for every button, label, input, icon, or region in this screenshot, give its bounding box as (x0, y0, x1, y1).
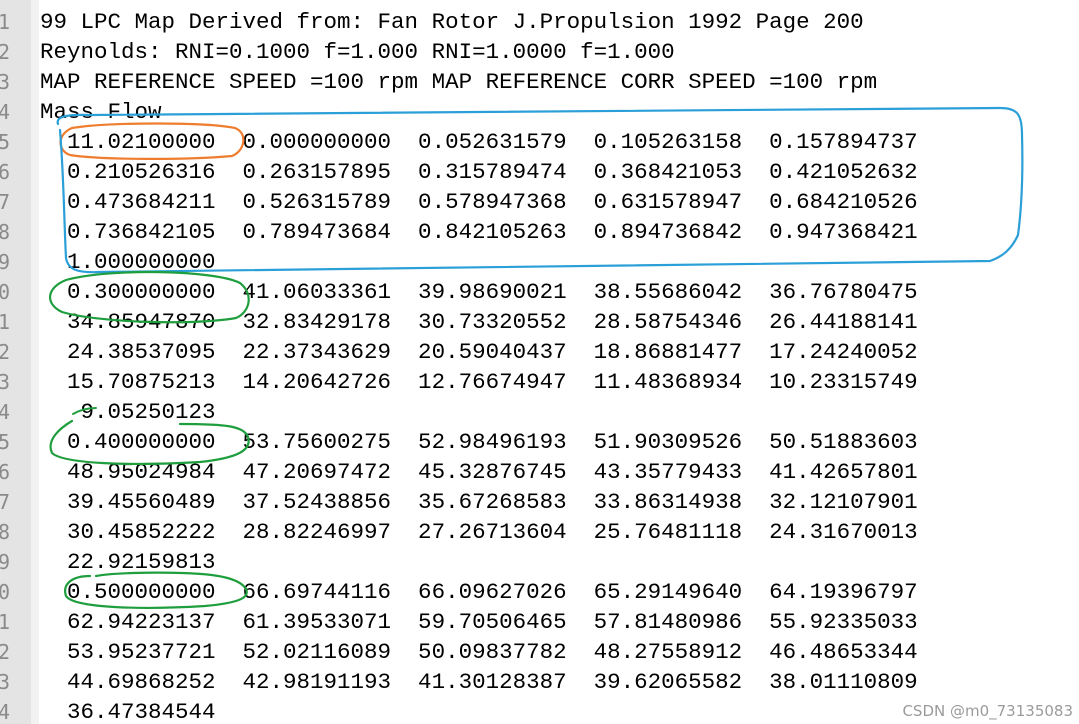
line-number: 1 (0, 610, 10, 634)
code-line[interactable]: 48.95024984 47.20697472 45.32876745 43.3… (40, 457, 918, 487)
line-number: 6 (0, 460, 10, 484)
line-number: 0 (0, 280, 10, 304)
code-line[interactable]: 0.400000000 53.75600275 52.98496193 51.9… (40, 427, 918, 457)
code-line[interactable]: MAP REFERENCE SPEED =100 rpm MAP REFEREN… (40, 67, 877, 97)
code-line[interactable]: 0.300000000 41.06033361 39.98690021 38.5… (40, 277, 918, 307)
code-line[interactable]: 9.05250123 (40, 397, 216, 427)
code-line[interactable]: 44.69868252 42.98191193 41.30128387 39.6… (40, 667, 918, 697)
code-line[interactable]: 24.38537095 22.37343629 20.59040437 18.8… (40, 337, 918, 367)
line-number: 3 (0, 70, 10, 94)
line-number: 8 (0, 520, 10, 544)
code-line[interactable]: 36.47384544 (40, 697, 216, 724)
line-number: 5 (0, 130, 10, 154)
line-number: 1 (0, 310, 10, 334)
code-line[interactable]: 53.95237721 52.02116089 50.09837782 48.2… (40, 637, 918, 667)
line-number: 9 (0, 550, 10, 574)
code-line[interactable]: 62.94223137 61.39533071 59.70506465 57.8… (40, 607, 918, 637)
code-line[interactable]: 11.02100000 0.000000000 0.052631579 0.10… (40, 127, 918, 157)
code-line[interactable]: 0.500000000 66.69744116 66.09627026 65.2… (40, 577, 918, 607)
code-line[interactable]: Mass Flow (40, 97, 162, 127)
line-number: 2 (0, 340, 10, 364)
code-line[interactable]: Reynolds: RNI=0.1000 f=1.000 RNI=1.0000 … (40, 37, 675, 67)
code-line[interactable]: 0.473684211 0.526315789 0.578947368 0.63… (40, 187, 918, 217)
line-number: 2 (0, 40, 10, 64)
code-line[interactable]: 15.70875213 14.20642726 12.76674947 11.4… (40, 367, 918, 397)
text-content[interactable]: 99 LPC Map Derived from: Fan Rotor J.Pro… (40, 0, 1079, 724)
line-number: 6 (0, 160, 10, 184)
line-number: 4 (0, 100, 10, 124)
line-number: 3 (0, 370, 10, 394)
line-number: 4 (0, 700, 10, 724)
code-line[interactable]: 30.45852222 28.82246997 27.26713604 25.7… (40, 517, 918, 547)
code-line[interactable]: 0.210526316 0.263157895 0.315789474 0.36… (40, 157, 918, 187)
line-number: 0 (0, 580, 10, 604)
fold-margin (31, 0, 39, 724)
code-line[interactable]: 22.92159813 (40, 547, 216, 577)
code-line[interactable]: 1.000000000 (40, 247, 216, 277)
watermark: CSDN @m0_73135083 (902, 702, 1073, 720)
line-number: 8 (0, 220, 10, 244)
line-number: 3 (0, 670, 10, 694)
line-number: 4 (0, 400, 10, 424)
line-number: 1 (0, 10, 10, 34)
line-number: 9 (0, 250, 10, 274)
code-line[interactable]: 39.45560489 37.52438856 35.67268583 33.8… (40, 487, 918, 517)
line-number: 7 (0, 190, 10, 214)
line-number: 5 (0, 430, 10, 454)
line-number: 7 (0, 490, 10, 514)
line-number-gutter: 1 2 3 4 5 6 7 8 9 0 1 2 3 4 5 6 7 8 9 0 1 2 3 4 (0, 0, 31, 724)
code-line[interactable]: 34.85947870 32.83429178 30.73320552 28.5… (40, 307, 918, 337)
code-line[interactable]: 0.736842105 0.789473684 0.842105263 0.89… (40, 217, 918, 247)
line-number: 2 (0, 640, 10, 664)
text-editor[interactable]: 1 2 3 4 5 6 7 8 9 0 1 2 3 4 5 6 7 8 9 0 1 2 3 4 99 LPC Map Deri… (0, 0, 1079, 724)
code-line[interactable]: 99 LPC Map Derived from: Fan Rotor J.Pro… (40, 7, 864, 37)
